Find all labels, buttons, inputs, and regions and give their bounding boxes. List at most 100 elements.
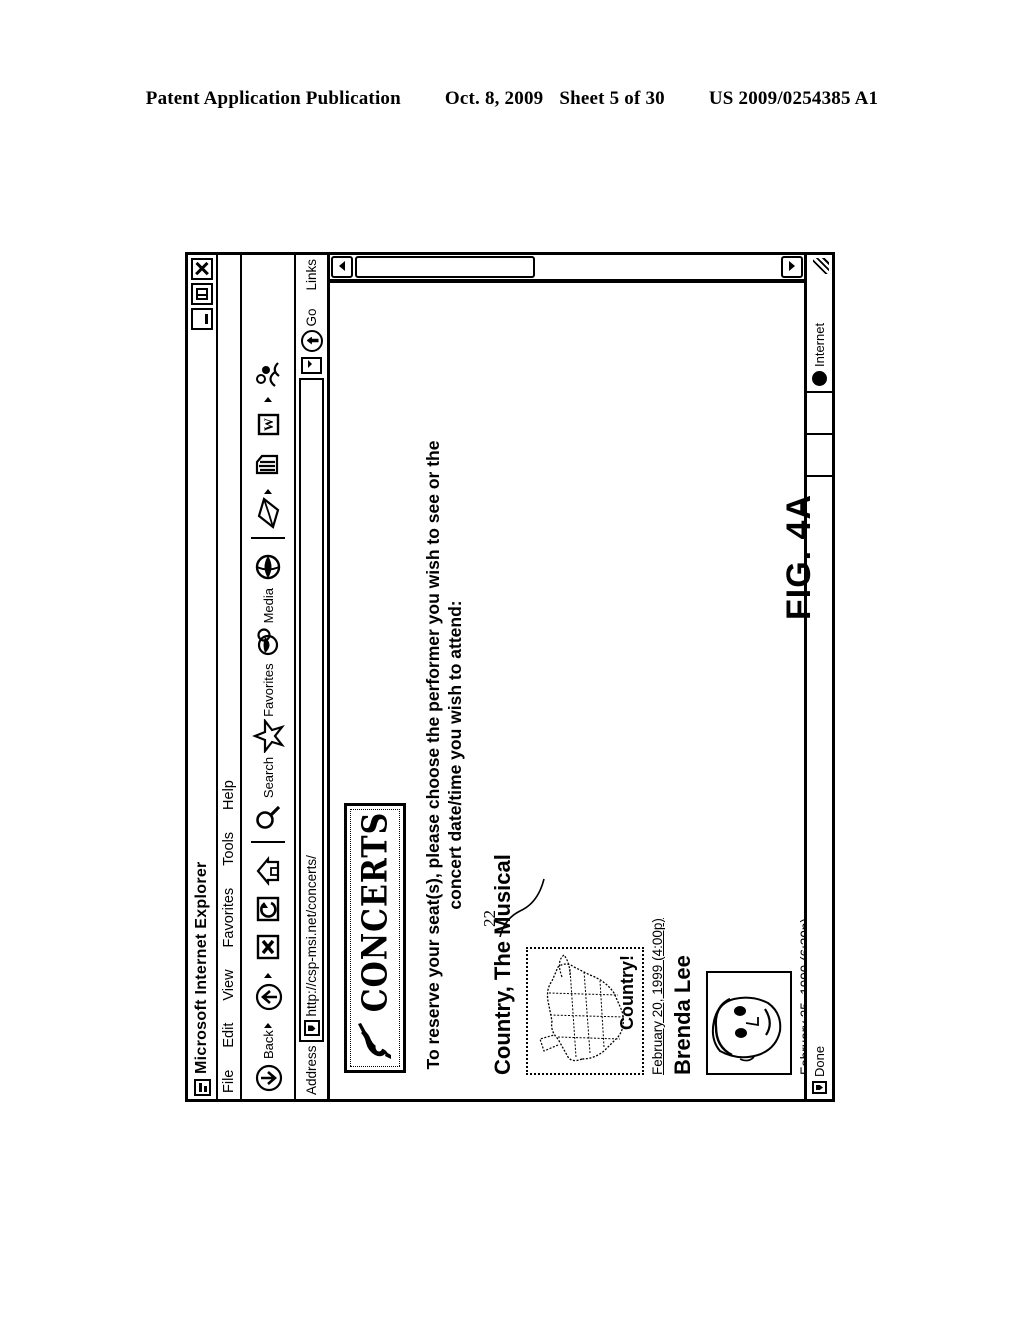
toolbar-separator-2 — [251, 537, 285, 539]
menu-item-view[interactable]: View — [221, 969, 237, 1000]
status-zone-text: Internet — [812, 322, 827, 367]
mail-envelope-icon — [251, 496, 285, 530]
reference-numeral-22: 22 — [480, 910, 499, 927]
go-button[interactable]: Go — [300, 308, 323, 352]
sheet-number: Sheet 5 of 30 — [559, 88, 665, 109]
status-pane-2 — [807, 433, 832, 475]
svg-text:W: W — [261, 418, 276, 431]
publication-date: Oct. 8, 2009 — [444, 88, 544, 109]
discuss-button[interactable] — [245, 358, 291, 404]
figure-drawing-stage: Microsoft Internet Explorer File Edit Vi… — [185, 252, 835, 1102]
forward-dropdown-icon[interactable] — [264, 973, 272, 979]
address-url-text: http://csp-msi.net/concerts/ — [304, 855, 319, 1017]
concerts-banner-text: CONCERTS — [354, 811, 396, 1013]
back-button[interactable]: Back — [245, 1018, 291, 1095]
stop-icon — [251, 930, 285, 964]
performer-date-link-2[interactable]: February 25, 1999 (6:30p) — [798, 918, 804, 1075]
search-icon — [251, 800, 285, 834]
concerts-banner: CONCERTS — [344, 803, 406, 1073]
forward-button[interactable] — [245, 968, 291, 1014]
home-icon — [251, 854, 285, 888]
performer-thumbnail-2[interactable] — [706, 971, 792, 1075]
performer-date-link-1[interactable]: February 20, 1999 (4:00p) — [650, 854, 665, 1075]
address-dropdown-icon[interactable] — [301, 356, 322, 374]
print-button[interactable] — [245, 446, 291, 480]
menu-item-help[interactable]: Help — [221, 780, 237, 810]
back-arrow-icon — [251, 1061, 285, 1095]
menu-item-favorites[interactable]: Favorites — [221, 888, 237, 948]
status-zone-pane: Internet — [807, 281, 832, 391]
window-button-group — [191, 258, 213, 330]
toolbar: Back Search Favorites Media W — [242, 255, 296, 1099]
go-label: Go — [304, 308, 319, 327]
back-dropdown-icon[interactable] — [264, 1023, 272, 1029]
forward-arrow-icon — [251, 980, 285, 1014]
star-icon — [251, 717, 285, 755]
back-label: Back — [260, 1030, 276, 1059]
search-button[interactable]: Search — [245, 757, 291, 834]
search-label: Search — [260, 756, 276, 799]
status-bar: Done Internet — [804, 255, 832, 1099]
browser-viewport: CONCERTS To reserve your seat(s), please… — [330, 255, 804, 1099]
window-title: Microsoft Internet Explorer — [193, 861, 210, 1074]
browser-window: Microsoft Internet Explorer File Edit Vi… — [185, 252, 835, 1102]
toolbar-separator-1 — [251, 841, 285, 844]
performer-name-2[interactable]: Brenda Lee — [670, 918, 696, 1075]
performer-thumbnail-1[interactable]: Country! — [526, 947, 644, 1075]
mail-button[interactable] — [245, 484, 291, 530]
stop-button[interactable] — [245, 930, 291, 964]
media-button[interactable]: Media — [245, 588, 291, 659]
patent-page-header: Patent Application Publication Oct. 8, 20… — [0, 88, 1024, 110]
menu-item-edit[interactable]: Edit — [221, 1023, 237, 1048]
resize-grip-icon[interactable] — [807, 255, 832, 281]
web-page-content: CONCERTS To reserve your seat(s), please… — [330, 281, 804, 1099]
address-label: Address — [304, 1045, 319, 1095]
mail-dropdown-icon[interactable] — [264, 489, 272, 494]
menu-item-tools[interactable]: Tools — [221, 832, 237, 866]
refresh-icon — [251, 892, 285, 926]
performer-entry-2: Brenda Lee February 25, 1999 (6:30p) — [670, 918, 804, 1075]
go-arrow-icon — [300, 329, 323, 352]
scrollbar-track[interactable] — [536, 255, 780, 279]
address-bar: Address http://csp-msi.net/concerts/ Go … — [296, 255, 330, 1099]
performer-thumbnail-caption-1: Country! — [617, 955, 637, 1030]
scroll-down-icon[interactable] — [781, 256, 803, 278]
edit-button[interactable]: W — [245, 408, 291, 442]
discuss-dropdown-icon[interactable] — [264, 397, 272, 402]
media-icon — [251, 625, 285, 659]
scroll-up-icon[interactable] — [331, 256, 353, 278]
close-icon[interactable] — [191, 258, 213, 280]
edit-word-icon: W — [251, 408, 285, 442]
minimize-icon[interactable] — [191, 308, 213, 330]
status-document-icon — [812, 1081, 827, 1094]
status-pane-3 — [807, 391, 832, 433]
figure-label: FIG. 4A — [780, 493, 818, 620]
status-done-text: Done — [812, 1045, 827, 1077]
page-icon — [303, 1020, 320, 1037]
home-button[interactable] — [245, 854, 291, 888]
favorites-button[interactable]: Favorites — [245, 663, 291, 755]
printer-icon — [251, 446, 285, 480]
instruction-text: To reserve your seat(s), please choose t… — [423, 440, 466, 1070]
discuss-people-icon — [251, 358, 285, 392]
restore-icon[interactable] — [191, 283, 213, 305]
history-button[interactable] — [245, 550, 291, 584]
ie-app-icon — [193, 1079, 211, 1096]
publication-label: Patent Application Publication — [145, 88, 401, 109]
scrollbar-thumb[interactable] — [355, 256, 535, 278]
media-label: Media — [260, 588, 276, 624]
reference-leader-line — [499, 878, 545, 938]
patent-number: US 2009/0254385 A1 — [708, 88, 879, 109]
favorites-label: Favorites — [260, 663, 276, 717]
menu-item-file[interactable]: File — [221, 1070, 237, 1093]
concerts-banner-inner: CONCERTS — [350, 809, 400, 1067]
portrait-icon — [711, 996, 782, 1062]
guitarist-silhouette-icon — [355, 1020, 395, 1064]
vertical-scrollbar[interactable] — [330, 255, 804, 281]
address-input[interactable]: http://csp-msi.net/concerts/ — [299, 377, 324, 1043]
globe-clock-icon — [251, 550, 285, 584]
internet-zone-icon — [812, 371, 827, 386]
refresh-button[interactable] — [245, 892, 291, 926]
links-bar-label[interactable]: Links — [304, 259, 319, 291]
menu-bar: File Edit View Favorites Tools Help — [218, 255, 242, 1099]
